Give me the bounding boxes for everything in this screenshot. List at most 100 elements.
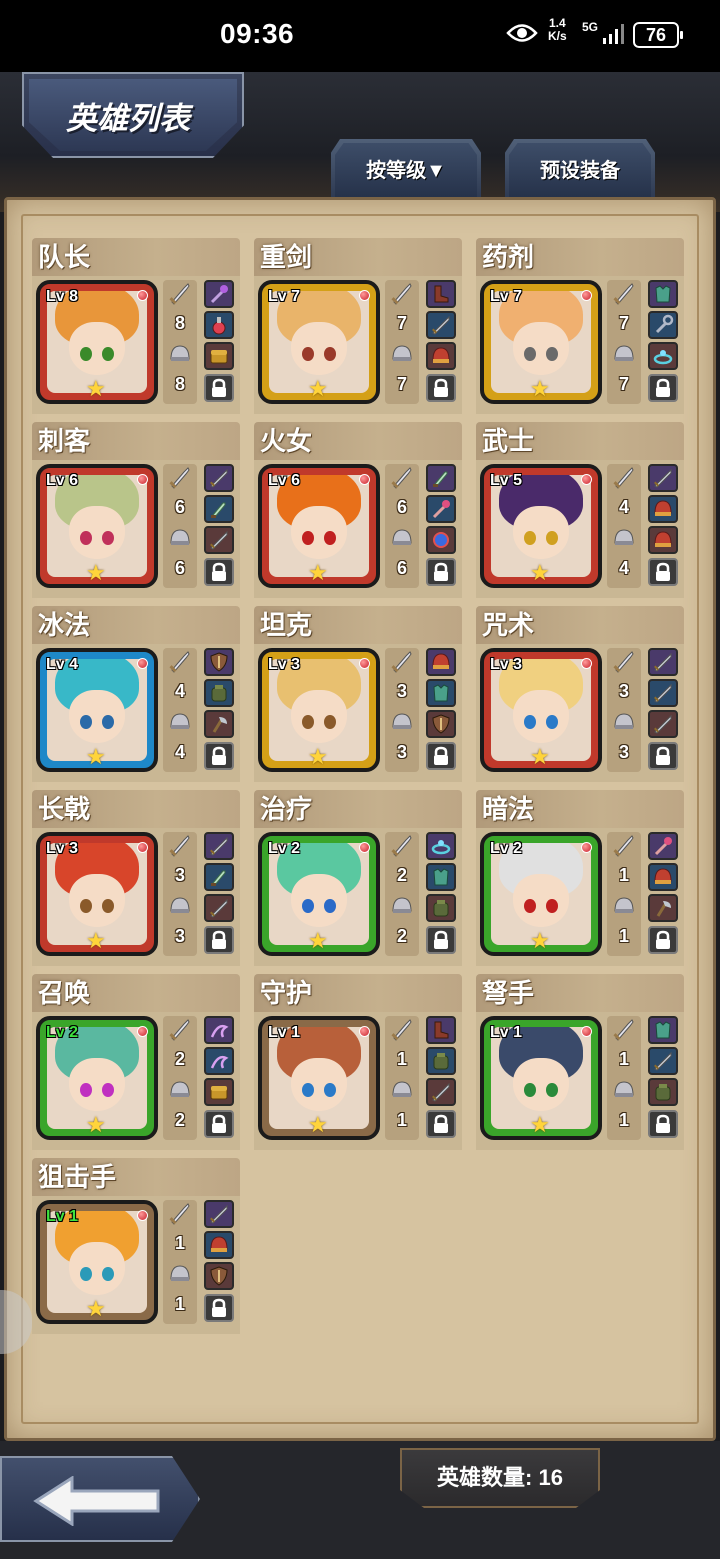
hero-card[interactable]: 刺客 Lv 6 ★ 6 6 [32, 422, 240, 598]
back-button[interactable] [0, 1456, 200, 1542]
hero-portrait[interactable]: Lv 1 ★ [36, 1200, 158, 1324]
hero-portrait[interactable]: Lv 7 ★ [480, 280, 602, 404]
shield-icon[interactable] [204, 648, 234, 676]
chest-icon[interactable] [204, 1078, 234, 1106]
sword-icon[interactable] [204, 832, 234, 860]
sword-icon[interactable] [426, 311, 456, 339]
hero-portrait[interactable]: Lv 3 ★ [480, 648, 602, 772]
sword-icon[interactable] [648, 710, 678, 738]
sword-icon[interactable] [204, 894, 234, 922]
potion-icon[interactable] [204, 311, 234, 339]
lock-icon[interactable] [204, 558, 234, 586]
sword-icon[interactable] [648, 1047, 678, 1075]
hero-card[interactable]: 暗法 Lv 2 ★ 1 1 [476, 790, 684, 966]
lock-icon[interactable] [204, 1294, 234, 1322]
ring-icon[interactable] [648, 342, 678, 370]
lock-icon[interactable] [426, 1110, 456, 1138]
hero-portrait[interactable]: Lv 3 ★ [258, 648, 380, 772]
ring-icon[interactable] [426, 832, 456, 860]
hero-card[interactable]: 守护 Lv 1 ★ 1 1 [254, 974, 462, 1150]
whip-icon[interactable] [204, 1047, 234, 1075]
hero-card[interactable]: 药剂 Lv 7 ★ 7 7 [476, 238, 684, 414]
dagger-icon[interactable] [204, 495, 234, 523]
shield-icon[interactable] [426, 710, 456, 738]
hero-card[interactable]: 召唤 Lv 2 ★ 2 2 [32, 974, 240, 1150]
hero-card[interactable]: 狙击手 Lv 1 ★ 1 1 [32, 1158, 240, 1334]
helmet-icon[interactable] [426, 648, 456, 676]
hero-portrait[interactable]: Lv 5 ★ [480, 464, 602, 588]
lock-icon[interactable] [426, 558, 456, 586]
attack-sword-icon [612, 466, 636, 490]
lock-icon[interactable] [204, 374, 234, 402]
lock-icon[interactable] [426, 742, 456, 770]
sword-icon[interactable] [204, 464, 234, 492]
lock-icon[interactable] [204, 742, 234, 770]
hero-portrait[interactable]: Lv 3 ★ [36, 832, 158, 956]
dagger-icon[interactable] [426, 464, 456, 492]
hero-portrait[interactable]: Lv 1 ★ [258, 1016, 380, 1140]
wand-icon[interactable] [426, 495, 456, 523]
preset-equipment-tab[interactable]: 预设装备 [505, 139, 655, 201]
hero-card[interactable]: 弩手 Lv 1 ★ 1 1 [476, 974, 684, 1150]
armor-icon[interactable] [648, 280, 678, 308]
helmet-icon[interactable] [426, 342, 456, 370]
whip-icon[interactable] [204, 1016, 234, 1044]
lock-icon[interactable] [204, 926, 234, 954]
sort-by-level-tab[interactable]: 按等级▼ [331, 139, 481, 201]
hero-card[interactable]: 重剑 Lv 7 ★ 7 7 [254, 238, 462, 414]
hero-card[interactable]: 坦克 Lv 3 ★ 3 3 [254, 606, 462, 782]
orb-icon[interactable] [426, 526, 456, 554]
hero-portrait[interactable]: Lv 6 ★ [36, 464, 158, 588]
sword-icon[interactable] [648, 648, 678, 676]
bag-icon[interactable] [648, 1078, 678, 1106]
hero-portrait[interactable]: Lv 2 ★ [36, 1016, 158, 1140]
sword-icon[interactable] [648, 464, 678, 492]
helmet-icon[interactable] [648, 495, 678, 523]
armor-icon[interactable] [426, 863, 456, 891]
lock-icon[interactable] [648, 926, 678, 954]
chest-icon[interactable] [204, 342, 234, 370]
helmet-icon[interactable] [648, 863, 678, 891]
armor-icon[interactable] [648, 1016, 678, 1044]
hero-card[interactable]: 队长 Lv 8 ★ 8 8 [32, 238, 240, 414]
lock-icon[interactable] [426, 374, 456, 402]
lock-icon[interactable] [426, 926, 456, 954]
hero-card[interactable]: 咒术 Lv 3 ★ 3 3 [476, 606, 684, 782]
lock-icon[interactable] [648, 558, 678, 586]
dagger-icon[interactable] [204, 863, 234, 891]
helmet-icon[interactable] [648, 526, 678, 554]
sword-icon[interactable] [204, 1200, 234, 1228]
boots-icon[interactable] [426, 1016, 456, 1044]
hero-portrait[interactable]: Lv 4 ★ [36, 648, 158, 772]
lock-icon[interactable] [648, 374, 678, 402]
axe-icon[interactable] [204, 710, 234, 738]
shield-icon[interactable] [204, 1262, 234, 1290]
hero-card[interactable]: 长戟 Lv 3 ★ 3 3 [32, 790, 240, 966]
wand-icon[interactable] [648, 832, 678, 860]
hero-portrait[interactable]: Lv 1 ★ [480, 1016, 602, 1140]
hero-card[interactable]: 冰法 Lv 4 ★ 4 4 [32, 606, 240, 782]
hero-portrait[interactable]: Lv 2 ★ [480, 832, 602, 956]
hero-card[interactable]: 治疗 Lv 2 ★ 2 2 [254, 790, 462, 966]
axe-icon[interactable] [648, 894, 678, 922]
hero-portrait[interactable]: Lv 7 ★ [258, 280, 380, 404]
hero-card[interactable]: 武士 Lv 5 ★ 4 4 [476, 422, 684, 598]
boots-icon[interactable] [426, 280, 456, 308]
bag-icon[interactable] [426, 1047, 456, 1075]
hero-portrait[interactable]: Lv 2 ★ [258, 832, 380, 956]
sword-icon[interactable] [648, 679, 678, 707]
helmet-icon[interactable] [204, 1231, 234, 1259]
lock-icon[interactable] [648, 742, 678, 770]
hero-portrait[interactable]: Lv 8 ★ [36, 280, 158, 404]
hero-card[interactable]: 火女 Lv 6 ★ 6 6 [254, 422, 462, 598]
hero-portrait[interactable]: Lv 6 ★ [258, 464, 380, 588]
staff-icon[interactable] [204, 280, 234, 308]
wrench-icon[interactable] [648, 311, 678, 339]
sword-icon[interactable] [204, 526, 234, 554]
sword-icon[interactable] [426, 1078, 456, 1106]
bag-icon[interactable] [204, 679, 234, 707]
lock-icon[interactable] [204, 1110, 234, 1138]
bag-icon[interactable] [426, 894, 456, 922]
armor-icon[interactable] [426, 679, 456, 707]
lock-icon[interactable] [648, 1110, 678, 1138]
